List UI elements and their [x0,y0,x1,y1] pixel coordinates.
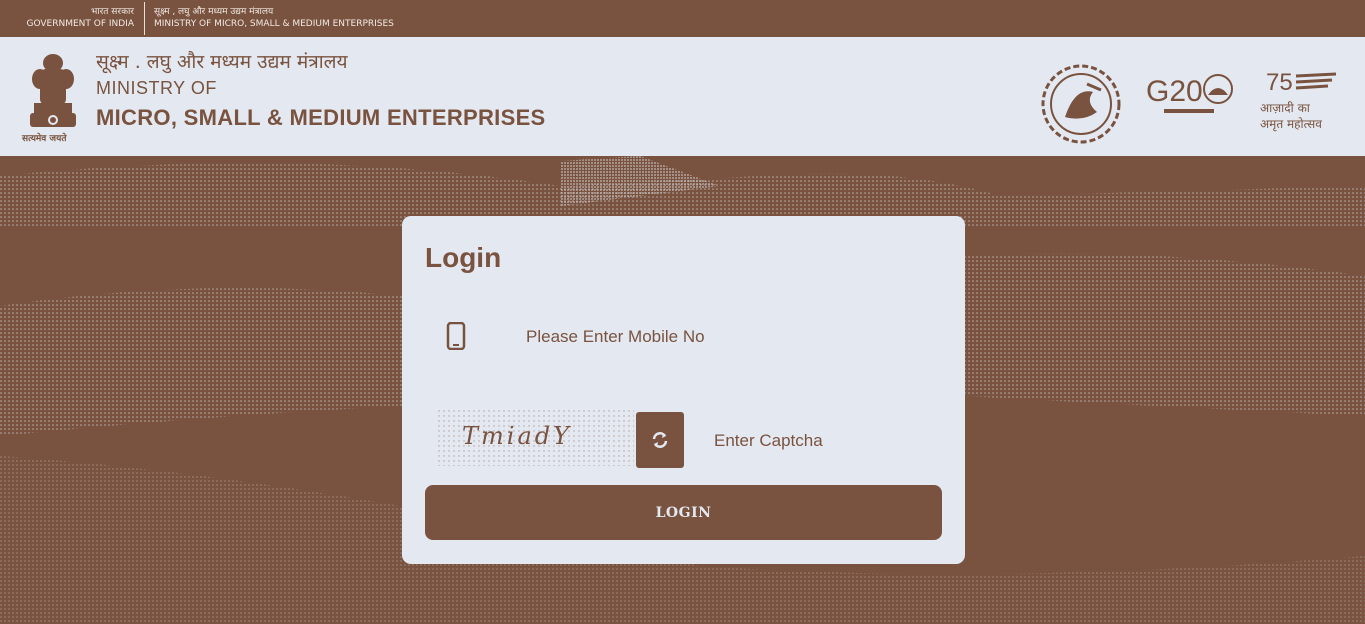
ministry-title-line1: MINISTRY OF [96,78,217,98]
gov-label-en: GOVERNMENT OF INDIA [26,19,134,29]
login-title: Login [425,242,502,273]
top-strip: भारत सरकार GOVERNMENT OF INDIA सूक्ष्म ,… [0,0,1365,37]
ministry-label: सूक्ष्म , लघु और मध्यम उद्यम मंत्रालय MI… [154,6,394,30]
gov-label-hi: भारत सरकार [90,7,134,17]
refresh-icon [652,432,668,448]
captcha-input[interactable] [698,421,938,461]
svg-text:अमृत महोत्सव: अमृत महोत्सव [1260,117,1322,132]
site-header: सत्यमेव जयते सूक्ष्म . लघु और मध्यम उद्य… [0,37,1365,156]
gov-label: भारत सरकार GOVERNMENT OF INDIA [10,6,134,30]
g20-text: G20 [1146,75,1203,108]
azadi-ka-amrit-mahotsav-logo: 75 आज़ादी का अमृत महोत्सव [1256,62,1352,134]
svg-text:आज़ादी का: आज़ादी का [1260,101,1311,115]
mobile-number-input[interactable] [512,316,932,358]
captcha-text: TmiadY [462,422,572,450]
login-button[interactable]: LOGIN [425,485,942,540]
ministry-label-en: MINISTRY OF MICRO, SMALL & MEDIUM ENTERP… [154,19,394,29]
emblem-motto: सत्यमेव जयते [22,134,67,144]
login-card: Login TmiadY LOGIN [402,216,965,564]
pm-vishwakarma-logo-icon [1041,64,1121,144]
refresh-captcha-button[interactable] [636,412,684,468]
ministry-title-line2: MICRO, SMALL & MEDIUM ENTERPRISES [96,105,546,130]
ministry-label-hi: सूक्ष्म , लघु और मध्यम उद्यम मंत्रालय [154,7,274,17]
top-strip-divider [144,2,145,35]
mobile-phone-icon [446,322,466,350]
ministry-title-hindi: सूक्ष्म . लघु और मध्यम उद्यम मंत्रालय [96,51,348,73]
g20-logo: G20 [1144,67,1240,127]
svg-text:75: 75 [1266,69,1293,96]
